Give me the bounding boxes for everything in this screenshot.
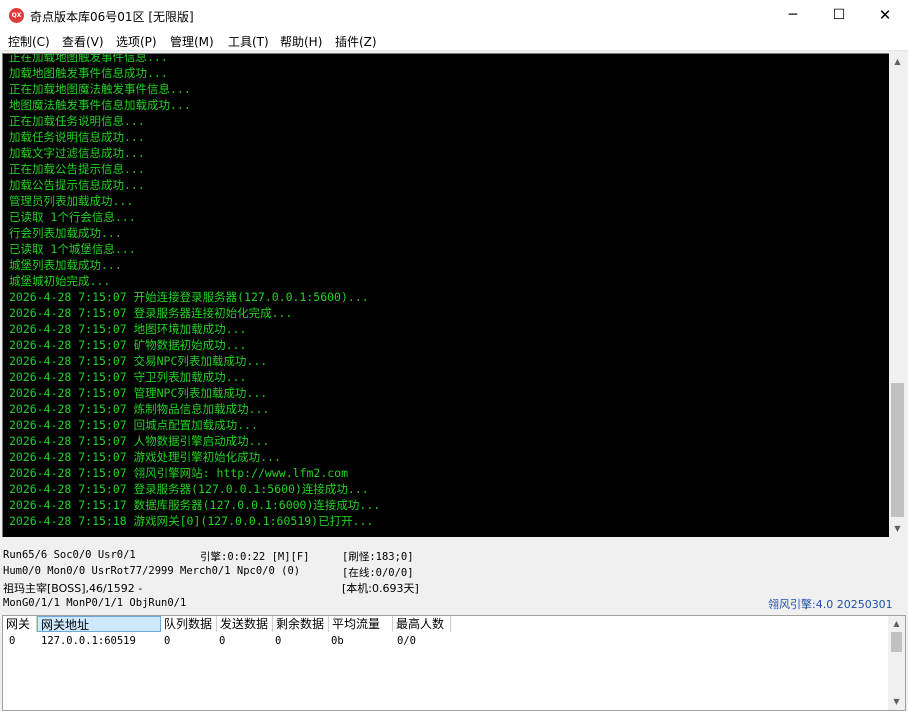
status-boss: 祖玛主宰[BOSS],46/1592 - bbox=[3, 582, 143, 595]
menu-manage[interactable]: 管理(M) bbox=[170, 33, 214, 50]
log-line: 2026-4-28 7:15:07 矿物数据初始成功... bbox=[9, 338, 247, 352]
log-line: 2026-4-28 7:15:07 登录服务器(127.0.0.1:5600)连… bbox=[9, 482, 369, 496]
menu-plugins[interactable]: 插件(Z) bbox=[335, 33, 377, 50]
column-header[interactable]: 平均流量 bbox=[329, 616, 393, 632]
status-mon-gen: MonG0/1/1 MonP0/1/1 ObjRun0/1 bbox=[3, 597, 187, 609]
table-cell: 0/0 bbox=[397, 635, 416, 647]
status-online: [在线:0/0/0] bbox=[342, 567, 414, 579]
title-bar: QX 奇点版本库06号01区 [无限版] ─ ☐ ✕ bbox=[0, 0, 908, 31]
status-run: Run65/6 Soc0/0 Usr0/1 bbox=[3, 549, 136, 561]
scroll-thumb[interactable] bbox=[891, 383, 904, 517]
log-line: 正在加载公告提示信息... bbox=[9, 162, 145, 176]
log-line: 已读取 1个行会信息... bbox=[9, 210, 136, 224]
log-line: 管理员列表加载成功... bbox=[9, 194, 134, 208]
window-title: 奇点版本库06号01区 [无限版] bbox=[30, 10, 194, 24]
table-cell: 0 bbox=[275, 635, 282, 647]
table-cell: 0b bbox=[331, 635, 344, 647]
log-line: 加载文字过滤信息成功... bbox=[9, 146, 145, 160]
log-line: 2026-4-28 7:15:07 管理NPC列表加载成功... bbox=[9, 386, 268, 400]
menu-help[interactable]: 帮助(H) bbox=[280, 33, 322, 50]
column-header[interactable]: 网关 bbox=[3, 616, 37, 632]
column-header[interactable]: 剩余数据 bbox=[273, 616, 329, 632]
log-console[interactable]: 正在加载地图触发事件信息... 加载地图触发事件信息成功... 正在加载地图魔法触发… bbox=[2, 53, 889, 537]
scroll-up-icon[interactable]: ▲ bbox=[889, 53, 906, 70]
status-engine: 引擎:0:0:22 [M][F] bbox=[200, 551, 310, 563]
log-line: 2026-4-28 7:15:07 回城点配置加载成功... bbox=[9, 418, 258, 432]
log-line: 2026-4-28 7:15:07 登录服务器连接初始化完成... bbox=[9, 306, 293, 320]
log-line: 城堡城初始完成... bbox=[9, 274, 111, 288]
log-line: 2026-4-28 7:15:07 游戏处理引擎初始化成功... bbox=[9, 450, 281, 464]
log-line: 已读取 1个城堡信息... bbox=[9, 242, 136, 256]
console-scrollbar[interactable]: ▲ ▼ bbox=[889, 53, 906, 537]
log-line: 2026-4-28 7:15:07 人物数据引擎启动成功... bbox=[9, 434, 270, 448]
log-line: 正在加载地图触发事件信息... bbox=[9, 53, 168, 64]
log-line: 2026-4-28 7:15:17 数据库服务器(127.0.0.1:6000)… bbox=[9, 498, 381, 512]
log-line: 2026-4-28 7:15:07 炼制物品信息加载成功... bbox=[9, 402, 270, 416]
scroll-up-icon[interactable]: ▲ bbox=[888, 616, 905, 632]
status-local: [本机:0.693天] bbox=[342, 582, 419, 595]
app-icon: QX bbox=[9, 8, 24, 23]
status-monsters: [刷怪:183;0] bbox=[342, 551, 414, 563]
table-cell: 0 bbox=[9, 635, 16, 647]
status-hum: Hum0/0 Mon0/0 UsrRot77/2999 Merch0/1 Npc… bbox=[3, 565, 301, 577]
menu-control[interactable]: 控制(C) bbox=[8, 33, 50, 50]
table-cell: 0 bbox=[164, 635, 171, 647]
menu-bar: 控制(C) 查看(V) 选项(P) 管理(M) 工具(T) 帮助(H) 插件(Z… bbox=[0, 31, 908, 51]
log-line: 加载地图触发事件信息成功... bbox=[9, 66, 168, 80]
minimize-button[interactable]: ─ bbox=[770, 0, 816, 31]
log-line: 2026-4-28 7:15:18 游戏网关[0](127.0.0.1:6051… bbox=[9, 514, 374, 528]
column-header[interactable]: 发送数据 bbox=[217, 616, 273, 632]
table-cell: 0 bbox=[219, 635, 226, 647]
log-line: 行会列表加载成功... bbox=[9, 226, 122, 240]
log-line: 正在加载任务说明信息... bbox=[9, 114, 145, 128]
log-line: 正在加载地图魔法触发事件信息... bbox=[9, 82, 191, 96]
menu-tools[interactable]: 工具(T) bbox=[228, 33, 269, 50]
close-button[interactable]: ✕ bbox=[862, 0, 908, 31]
column-header[interactable]: 队列数据 bbox=[161, 616, 217, 632]
column-header[interactable]: 网关地址 bbox=[37, 616, 161, 632]
scroll-down-icon[interactable]: ▼ bbox=[888, 694, 905, 710]
menu-view[interactable]: 查看(V) bbox=[62, 33, 104, 50]
log-line: 加载公告提示信息成功... bbox=[9, 178, 145, 192]
table-scrollbar[interactable]: ▲ ▼ bbox=[888, 616, 905, 710]
log-line: 2026-4-28 7:15:07 翎风引擎网站: http://www.lfm… bbox=[9, 466, 349, 480]
engine-version: 翎风引擎:4.0 20250301 bbox=[768, 598, 893, 611]
column-header[interactable]: 最高人数 bbox=[393, 616, 451, 632]
log-line: 2026-4-28 7:15:07 守卫列表加载成功... bbox=[9, 370, 247, 384]
scroll-down-icon[interactable]: ▼ bbox=[889, 520, 906, 537]
log-line: 2026-4-28 7:15:07 地图环境加载成功... bbox=[9, 322, 247, 336]
log-line: 2026-4-28 7:15:07 交易NPC列表加载成功... bbox=[9, 354, 268, 368]
maximize-button[interactable]: ☐ bbox=[816, 0, 862, 31]
log-line: 城堡列表加载成功... bbox=[9, 258, 122, 272]
log-line: 2026-4-28 7:15:07 开始连接登录服务器(127.0.0.1:56… bbox=[9, 290, 369, 304]
menu-options[interactable]: 选项(P) bbox=[116, 33, 157, 50]
table-cell: 127.0.0.1:60519 bbox=[41, 635, 136, 647]
gateway-table[interactable]: 网关 网关地址 队列数据 发送数据 剩余数据 平均流量 最高人数 0 127.0… bbox=[2, 615, 906, 711]
log-line: 加载任务说明信息成功... bbox=[9, 130, 145, 144]
scroll-thumb[interactable] bbox=[891, 632, 902, 652]
log-line: 地图魔法触发事件信息加载成功... bbox=[9, 98, 191, 112]
